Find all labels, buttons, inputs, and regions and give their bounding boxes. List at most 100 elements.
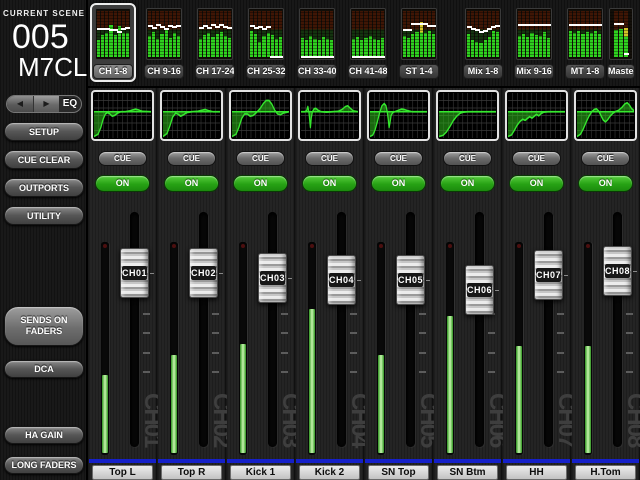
fader-knob[interactable]: CH03	[258, 253, 287, 303]
channel-on-button[interactable]: ON	[578, 175, 633, 192]
meter-bar	[581, 11, 584, 57]
eq-curve-thumbnail[interactable]	[91, 90, 154, 141]
bank-tab-mt-1-8[interactable]: MT 1-8	[562, 3, 608, 82]
channel-strip-ch07: CUEONCH07CH07HH	[503, 88, 570, 480]
bank-tab-label: Master	[607, 64, 635, 79]
dca-button[interactable]: DCA	[4, 360, 84, 378]
fader-scale-tick	[488, 352, 495, 354]
eq-curve-thumbnail[interactable]	[160, 90, 223, 141]
meter-bar-lit	[318, 40, 321, 57]
meter-bar	[305, 11, 308, 57]
channel-on-button[interactable]: ON	[164, 175, 219, 192]
level-meter-fill	[171, 355, 177, 453]
channel-on-button[interactable]: ON	[95, 175, 150, 192]
meter-bar-lit	[352, 39, 355, 57]
meter-bar	[403, 11, 406, 57]
channel-on-button[interactable]: ON	[371, 175, 426, 192]
fader-knob[interactable]: CH06	[465, 265, 494, 315]
eq-curve-thumbnail[interactable]	[574, 90, 637, 141]
bank-tab-ch-17-24[interactable]: CH 17-24	[192, 3, 238, 82]
fader-knob[interactable]: CH07	[534, 250, 563, 300]
fader-knob-label: CH01	[122, 266, 147, 280]
meter-bar-lit	[415, 32, 418, 57]
cue-button[interactable]: CUE	[374, 151, 423, 166]
fader-position-dash	[152, 27, 157, 29]
meter-bar	[586, 11, 589, 57]
setup-button[interactable]: SETUP	[4, 122, 84, 141]
fader-position-dash	[176, 25, 181, 27]
bank-tab-label: CH 33-40	[297, 64, 337, 79]
channel-name[interactable]: SN Btm	[437, 465, 498, 480]
fader-knob[interactable]: CH05	[396, 255, 425, 305]
bank-tab-mix-9-16[interactable]: Mix 9-16	[511, 3, 557, 82]
eq-curve-graph	[370, 93, 427, 138]
sends-on-faders-button[interactable]: SENDS ON FADERS	[4, 306, 84, 346]
long-faders-button[interactable]: LONG FADERS	[4, 456, 84, 474]
bank-left-button[interactable]: ◀	[7, 96, 33, 112]
fader-track[interactable]	[268, 212, 277, 447]
bank-right-button[interactable]: ▶	[33, 96, 59, 112]
peak-indicator	[517, 244, 521, 248]
cue-button[interactable]: CUE	[443, 151, 492, 166]
level-meter-fill	[378, 355, 384, 453]
bank-tab-master[interactable]: Master	[604, 3, 638, 82]
eq-curve-thumbnail[interactable]	[298, 90, 361, 141]
bank-tab-ch-41-48[interactable]: CH 41-48	[345, 3, 391, 82]
meter-bar	[467, 11, 470, 57]
channel-strip-ch08: CUEONCH08CH08H.Tom	[572, 88, 639, 480]
channel-on-button[interactable]: ON	[509, 175, 564, 192]
fader-scale-tick	[419, 313, 426, 315]
channel-name[interactable]: Kick 2	[299, 465, 360, 480]
cue-button[interactable]: CUE	[167, 151, 216, 166]
cue-button[interactable]: CUE	[512, 151, 561, 166]
peak-indicator	[379, 244, 383, 248]
meter-bar	[594, 11, 597, 57]
meter-bar	[216, 11, 219, 57]
meter-bar-lit	[216, 34, 219, 57]
channel-name[interactable]: Kick 1	[230, 465, 291, 480]
channel-name[interactable]: H.Tom	[575, 465, 636, 480]
bank-tab-ch-33-40[interactable]: CH 33-40	[294, 3, 340, 82]
eq-curve-thumbnail[interactable]	[367, 90, 430, 141]
channel-on-button[interactable]: ON	[302, 175, 357, 192]
fader-scale-tick	[557, 352, 564, 354]
fader-scale-tick	[419, 371, 426, 373]
fader-knob[interactable]: CH04	[327, 255, 356, 305]
bank-tab-ch-25-32[interactable]: CH 25-32	[243, 3, 289, 82]
fader-scale-tick	[143, 371, 150, 373]
eq-curve-thumbnail[interactable]	[229, 90, 292, 141]
fader-knob[interactable]: CH02	[189, 248, 218, 298]
fader-track[interactable]	[406, 212, 415, 447]
bank-tab-st-1-4[interactable]: ST 1-4	[396, 3, 442, 82]
cue-clear-button[interactable]: CUE CLEAR	[4, 150, 84, 169]
bank-tab-ch-9-16[interactable]: CH 9-16	[141, 3, 187, 82]
cue-button[interactable]: CUE	[581, 151, 630, 166]
fader-knob[interactable]: CH01	[120, 248, 149, 298]
fader-knob-label: CH06	[467, 283, 492, 297]
channel-on-button[interactable]: ON	[440, 175, 495, 192]
bank-tab-ch-1-8[interactable]: CH 1-8	[90, 3, 136, 82]
cue-button[interactable]: CUE	[98, 151, 147, 166]
cue-button[interactable]: CUE	[305, 151, 354, 166]
outports-button[interactable]: OUTPORTS	[4, 178, 84, 197]
level-meter-fill	[447, 316, 453, 453]
meter-bar	[101, 11, 104, 57]
meter-bar	[360, 11, 363, 57]
channel-name[interactable]: HH	[506, 465, 567, 480]
channel-on-button[interactable]: ON	[233, 175, 288, 192]
channel-name[interactable]: Top R	[161, 465, 222, 480]
current-scene-label: CURRENT SCENE	[0, 9, 88, 18]
cue-button[interactable]: CUE	[236, 151, 285, 166]
current-scene-display[interactable]: CURRENT SCENE 005 M7CL	[0, 0, 88, 86]
fader-track[interactable]	[475, 212, 484, 447]
fader-track[interactable]	[337, 212, 346, 447]
channel-name[interactable]: SN Top	[368, 465, 429, 480]
fader-knob[interactable]: CH08	[603, 246, 632, 296]
fader-track[interactable]	[544, 212, 553, 447]
utility-button[interactable]: UTILITY	[4, 206, 84, 225]
eq-curve-thumbnail[interactable]	[436, 90, 499, 141]
bank-tab-mix-1-8[interactable]: Mix 1-8	[460, 3, 506, 82]
ha-gain-button[interactable]: HA GAIN	[4, 426, 84, 444]
eq-curve-thumbnail[interactable]	[505, 90, 568, 141]
channel-name[interactable]: Top L	[92, 465, 153, 480]
